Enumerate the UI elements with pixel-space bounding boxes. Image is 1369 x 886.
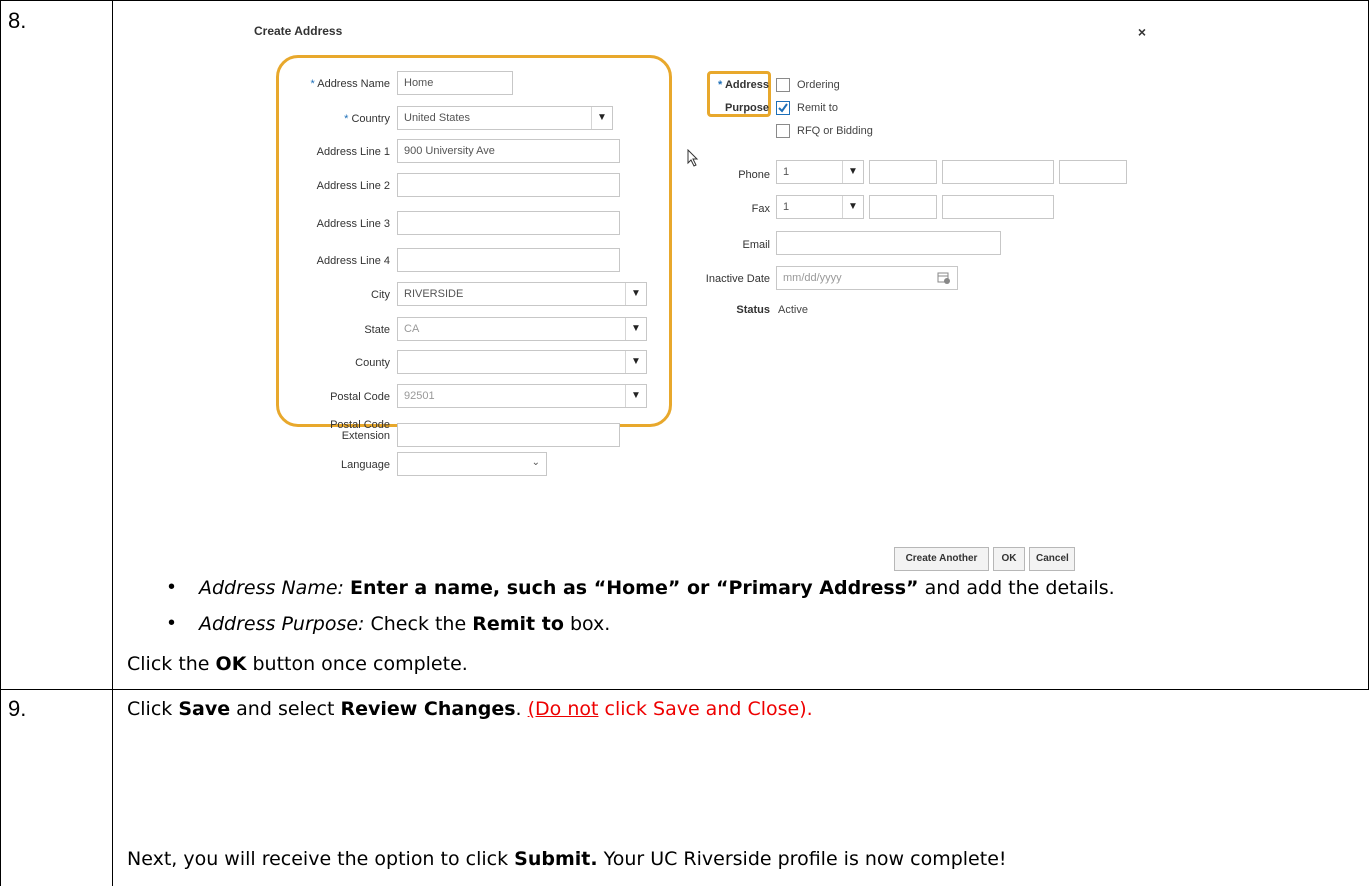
city-select[interactable]: RIVERSIDE ▼ (397, 282, 647, 306)
address-name-label: * Address Name (310, 78, 391, 90)
chevron-down-icon[interactable]: ▼ (842, 196, 863, 218)
fax-number-input[interactable] (942, 195, 1054, 219)
create-another-button[interactable]: Create Another (894, 547, 989, 571)
phone-country-code-select[interactable]: 1 ▼ (776, 160, 864, 184)
phone-area-code-input[interactable] (869, 160, 937, 184)
rfq-bidding-checkbox[interactable] (776, 124, 790, 138)
county-label: County (355, 357, 390, 369)
postal-code-input[interactable]: 92501 ▼ (397, 384, 647, 408)
chevron-down-icon[interactable]: ▼ (842, 161, 863, 183)
calendar-icon[interactable] (937, 271, 951, 285)
postal-code-extension-input[interactable] (397, 423, 620, 447)
rfq-bidding-label: RFQ or Bidding (797, 125, 873, 137)
check-icon (778, 103, 788, 113)
bullet-icon: • (168, 576, 176, 598)
inactive-date-input[interactable]: mm/dd/yyyy (776, 266, 958, 290)
cancel-button[interactable]: Cancel (1029, 547, 1075, 571)
instruction-step9-save: Click Save and select Review Changes. (D… (127, 698, 813, 720)
mouse-cursor-icon (687, 149, 699, 167)
fax-country-code-select[interactable]: 1 ▼ (776, 195, 864, 219)
state-label: State (364, 324, 390, 336)
phone-number-input[interactable] (942, 160, 1054, 184)
phone-label: Phone (738, 169, 770, 181)
create-address-dialog: Create Address × * Address Name Home * C… (240, 12, 1160, 571)
address-name-input[interactable]: Home (397, 71, 513, 95)
address-line-2-input[interactable] (397, 173, 620, 197)
chevron-down-icon[interactable]: ▼ (625, 385, 646, 407)
address-purpose-label-line1: * Address (718, 79, 769, 91)
dialog-title: Create Address (254, 24, 343, 38)
chevron-down-icon[interactable]: ▼ (625, 283, 646, 305)
language-label: Language (341, 459, 390, 471)
country-select[interactable]: United States ▼ (397, 106, 613, 130)
city-label: City (371, 289, 390, 301)
table-column-divider (112, 0, 113, 886)
chevron-down-icon[interactable]: ⌄ (532, 457, 540, 468)
address-line-1-input[interactable]: 900 University Ave (397, 139, 620, 163)
chevron-down-icon[interactable]: ▼ (625, 318, 646, 340)
state-select[interactable]: CA ▼ (397, 317, 647, 341)
close-icon[interactable]: × (1138, 24, 1146, 40)
instruction-address-purpose: Address Purpose: Check the Remit to box. (199, 613, 611, 635)
language-select[interactable]: ⌄ (397, 452, 547, 476)
status-label: Status (736, 304, 770, 316)
warning-do-not: (Do not (527, 698, 599, 720)
address-line-2-label: Address Line 2 (316, 180, 390, 192)
phone-extension-input[interactable] (1059, 160, 1127, 184)
ok-button[interactable]: OK (993, 547, 1025, 571)
address-line-4-input[interactable] (397, 248, 620, 272)
status-value: Active (778, 304, 808, 316)
instruction-click-ok: Click the OK button once complete. (127, 653, 468, 675)
instruction-address-name: Address Name: Enter a name, such as “Hom… (199, 577, 1115, 599)
step-number-9: 9. (8, 696, 27, 721)
country-label: * Country (344, 113, 390, 125)
email-label: Email (742, 239, 770, 251)
address-purpose-label-line2: Purpose (724, 102, 769, 114)
address-line-3-label: Address Line 3 (316, 218, 390, 230)
chevron-down-icon[interactable]: ▼ (625, 351, 646, 373)
ordering-label: Ordering (797, 79, 840, 91)
address-line-4-label: Address Line 4 (316, 255, 390, 267)
table-border-top (0, 0, 1369, 1)
postal-code-extension-label: Postal Code Extension (330, 419, 390, 442)
address-line-1-label: Address Line 1 (316, 146, 390, 158)
chevron-down-icon[interactable]: ▼ (591, 107, 612, 129)
remit-to-checkbox[interactable] (776, 101, 790, 115)
county-select[interactable]: ▼ (397, 350, 647, 374)
step-number-8: 8. (8, 8, 27, 33)
warning-save-close: click Save and Close). (604, 698, 813, 720)
instruction-step9-submit: Next, you will receive the option to cli… (127, 848, 1007, 870)
remit-to-label: Remit to (797, 102, 838, 114)
bullet-icon: • (168, 612, 176, 634)
table-row-divider (0, 689, 1369, 690)
inactive-date-label: Inactive Date (705, 273, 770, 285)
ordering-checkbox[interactable] (776, 78, 790, 92)
fax-area-code-input[interactable] (869, 195, 937, 219)
address-line-3-input[interactable] (397, 211, 620, 235)
postal-code-label: Postal Code (330, 391, 390, 403)
fax-label: Fax (751, 203, 770, 215)
table-border-left (0, 0, 1, 886)
email-input[interactable] (776, 231, 1001, 255)
